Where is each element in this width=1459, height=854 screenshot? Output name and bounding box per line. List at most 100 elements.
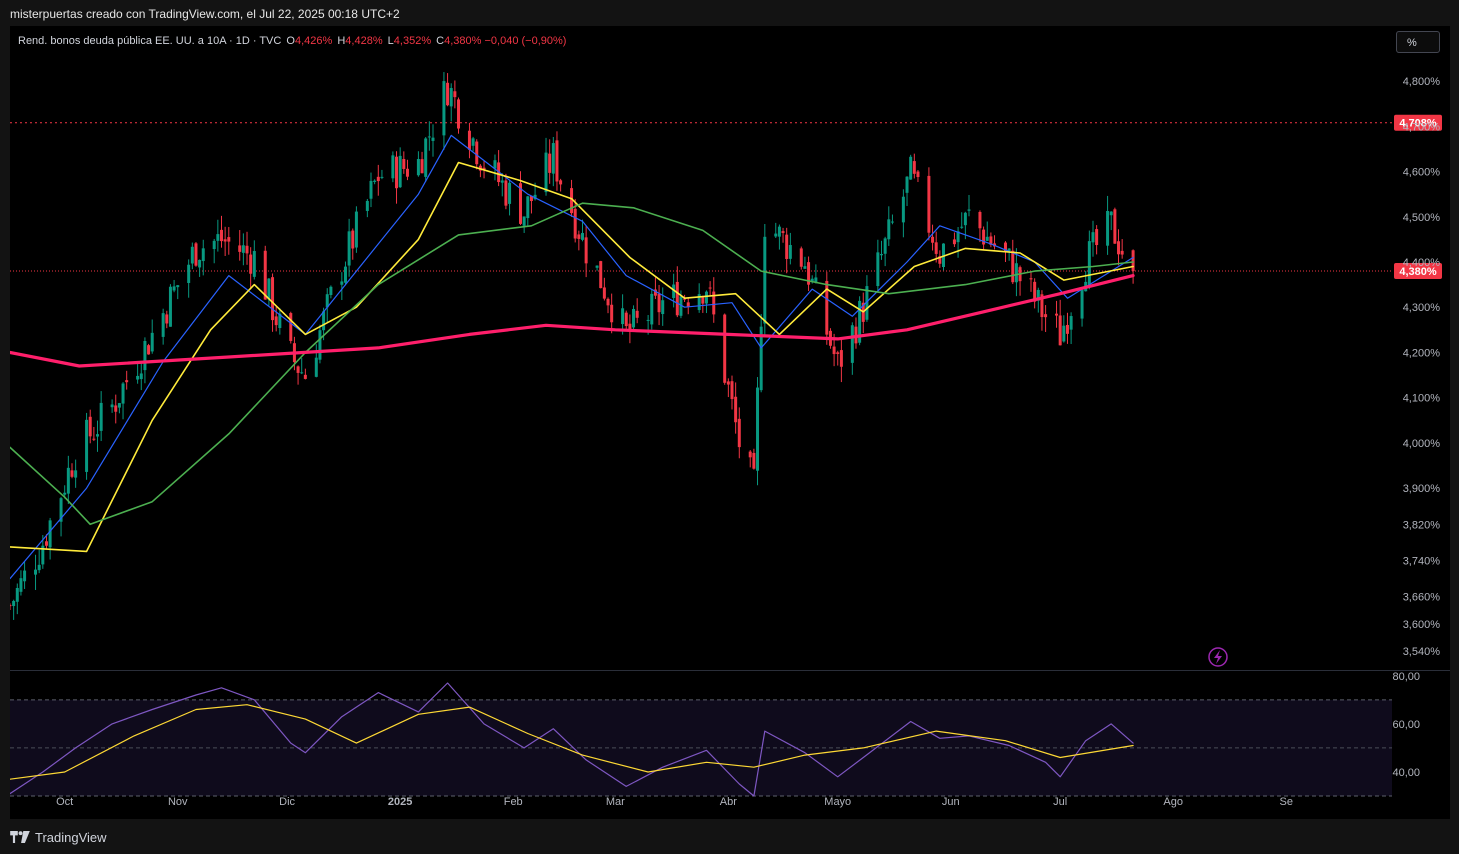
- candle-body[interactable]: [249, 254, 253, 274]
- candle-body[interactable]: [1011, 250, 1015, 283]
- candle-body[interactable]: [584, 237, 588, 264]
- candle-body[interactable]: [322, 311, 326, 331]
- candle-body[interactable]: [632, 308, 636, 328]
- candle-body[interactable]: [143, 340, 147, 371]
- candle-body[interactable]: [730, 381, 734, 400]
- candle-body[interactable]: [1080, 289, 1084, 319]
- candle-body[interactable]: [960, 226, 964, 228]
- candle-body[interactable]: [704, 291, 708, 304]
- candle-body[interactable]: [147, 345, 151, 355]
- candle-body[interactable]: [74, 470, 78, 478]
- candle-body[interactable]: [1120, 250, 1124, 255]
- candle-body[interactable]: [139, 373, 143, 380]
- candle-body[interactable]: [274, 316, 278, 326]
- candle-body[interactable]: [172, 286, 176, 291]
- candle-body[interactable]: [785, 234, 789, 259]
- candle-body[interactable]: [781, 231, 785, 233]
- candle-body[interactable]: [723, 314, 727, 383]
- price-scale-unit-button[interactable]: %: [1396, 31, 1440, 53]
- candle-body[interactable]: [187, 264, 191, 283]
- candle-body[interactable]: [577, 234, 581, 239]
- candle-body[interactable]: [66, 467, 70, 494]
- candle-body[interactable]: [1087, 241, 1091, 286]
- price-axis-strip[interactable]: [1392, 26, 1450, 819]
- candle-body[interactable]: [927, 175, 931, 233]
- candle-body[interactable]: [548, 153, 552, 173]
- candle-body[interactable]: [453, 91, 457, 98]
- candle-body[interactable]: [559, 180, 563, 185]
- candle-body[interactable]: [48, 520, 52, 548]
- candle-body[interactable]: [416, 159, 420, 176]
- candle-body[interactable]: [85, 419, 89, 472]
- candle-body[interactable]: [610, 304, 614, 323]
- candle-body[interactable]: [774, 233, 778, 237]
- candle-body[interactable]: [395, 156, 399, 189]
- candle-body[interactable]: [748, 451, 752, 458]
- candle-body[interactable]: [734, 396, 738, 423]
- candle-body[interactable]: [934, 242, 938, 254]
- candle-body[interactable]: [471, 138, 475, 146]
- candle-body[interactable]: [168, 286, 172, 327]
- candle-body[interactable]: [194, 243, 198, 266]
- candle-body[interactable]: [365, 200, 369, 211]
- candle-body[interactable]: [551, 143, 555, 174]
- candle-body[interactable]: [839, 350, 843, 367]
- candle-body[interactable]: [314, 357, 318, 377]
- candle-body[interactable]: [879, 254, 883, 256]
- candle-body[interactable]: [883, 238, 887, 254]
- candle-body[interactable]: [544, 152, 548, 193]
- candle-body[interactable]: [212, 240, 216, 250]
- candle-body[interactable]: [963, 212, 967, 226]
- candle-body[interactable]: [1095, 229, 1099, 246]
- candle-body[interactable]: [901, 196, 905, 223]
- candle-body[interactable]: [92, 438, 96, 440]
- candle-body[interactable]: [803, 266, 807, 269]
- candle-body[interactable]: [621, 308, 625, 325]
- candle-body[interactable]: [343, 266, 347, 283]
- candle-body[interactable]: [289, 313, 293, 341]
- candle-body[interactable]: [44, 541, 48, 546]
- candle-body[interactable]: [1106, 211, 1110, 246]
- candle-body[interactable]: [318, 330, 322, 360]
- candle-body[interactable]: [522, 216, 526, 226]
- candle-body[interactable]: [329, 286, 333, 295]
- candle-body[interactable]: [504, 180, 508, 206]
- candle-body[interactable]: [446, 82, 450, 106]
- candle-body[interactable]: [125, 380, 129, 383]
- candle-body[interactable]: [369, 180, 373, 199]
- candle-body[interactable]: [467, 130, 471, 150]
- candle-body[interactable]: [198, 259, 202, 268]
- candle-body[interactable]: [351, 230, 355, 249]
- candle-body[interactable]: [624, 312, 628, 327]
- candle-body[interactable]: [708, 287, 712, 289]
- candle-body[interactable]: [165, 314, 169, 324]
- candle-body[interactable]: [799, 248, 803, 267]
- chart-frame[interactable]: 4,708% 4,380% 4,800% 4,700% 4,600% 4,500% 4,40…: [10, 26, 1450, 819]
- candle-body[interactable]: [420, 159, 424, 174]
- candle-body[interactable]: [380, 176, 384, 178]
- candle-body[interactable]: [150, 332, 154, 352]
- candle-body[interactable]: [985, 236, 989, 241]
- candle-body[interactable]: [427, 136, 431, 138]
- candle-body[interactable]: [96, 434, 100, 437]
- candle-body[interactable]: [606, 298, 610, 306]
- candle-body[interactable]: [635, 310, 639, 318]
- candle-body[interactable]: [763, 236, 767, 324]
- candle-body[interactable]: [296, 366, 300, 373]
- candle-body[interactable]: [398, 155, 402, 188]
- candle-body[interactable]: [457, 99, 461, 129]
- candle-body[interactable]: [967, 209, 971, 211]
- candle-body[interactable]: [752, 452, 756, 469]
- candle-body[interactable]: [431, 137, 435, 141]
- candle-body[interactable]: [245, 245, 249, 254]
- candle-body[interactable]: [34, 569, 38, 575]
- candle-body[interactable]: [646, 319, 650, 321]
- candle-body[interactable]: [661, 300, 665, 315]
- footer-brand[interactable]: TradingView: [10, 828, 107, 846]
- candle-body[interactable]: [887, 219, 891, 240]
- candle-body[interactable]: [110, 404, 114, 408]
- candle-body[interactable]: [890, 221, 894, 223]
- candle-body[interactable]: [1044, 314, 1048, 318]
- candle-body[interactable]: [555, 140, 559, 182]
- candle-body[interactable]: [19, 578, 23, 592]
